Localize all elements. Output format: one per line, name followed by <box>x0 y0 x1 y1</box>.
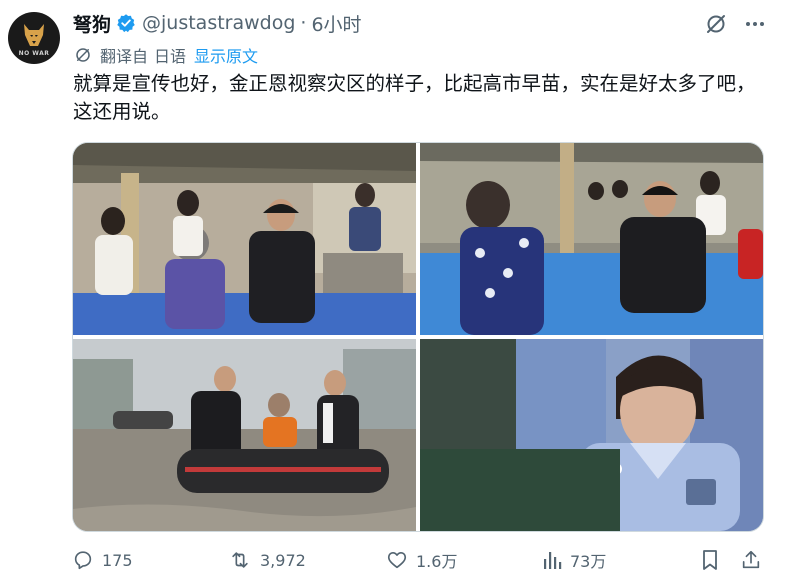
translation-notice: 翻译自 日语 显示原文 <box>74 43 258 67</box>
reply-icon <box>74 551 92 570</box>
photo-flood-boat[interactable] <box>73 339 416 531</box>
repost-button[interactable]: 3,972 <box>228 546 306 574</box>
dog-logo-icon <box>24 24 44 46</box>
heart-icon <box>387 552 407 569</box>
verified-badge-icon[interactable] <box>116 13 136 33</box>
photo-takaichi-uniform[interactable] <box>420 339 763 531</box>
repost-count: 3,972 <box>260 550 306 570</box>
like-count: 1.6万 <box>416 552 458 571</box>
timestamp[interactable]: 6小时 <box>311 10 361 37</box>
separator-dot: · <box>300 12 307 34</box>
photo-tent-visit-1[interactable] <box>73 143 416 335</box>
reply-count: 175 <box>102 550 133 570</box>
source-language: 日语 <box>154 47 187 66</box>
view-count: 73万 <box>570 552 607 571</box>
flood-scene-graphic <box>73 339 416 531</box>
action-bar: 175 3,972 1.6万 73万 <box>72 546 772 574</box>
like-button[interactable]: 1.6万 <box>386 546 457 574</box>
author-name[interactable]: 弩狗 <box>73 10 111 37</box>
share-button[interactable] <box>740 546 762 574</box>
bookmark-button[interactable] <box>700 546 720 574</box>
tent-scene-graphic <box>73 143 416 335</box>
author-handle[interactable]: @justastrawdog <box>142 12 295 34</box>
top-actions <box>704 12 766 36</box>
tent-scene-graphic-2 <box>420 143 763 335</box>
avatar-label: NO WAR <box>18 50 50 57</box>
grok-icon[interactable] <box>704 12 728 36</box>
tweet-text: 就算是宣传也好，金正恩视察灾区的样子，比起高市早苗，实在是好太多了吧，这还用说。 <box>73 72 756 123</box>
uniform-scene-graphic <box>420 339 763 531</box>
views-button[interactable]: 73万 <box>542 546 606 574</box>
tweet-header: 弩狗 @justastrawdog · 6小时 <box>73 10 362 36</box>
repost-icon <box>232 552 248 568</box>
show-original-link[interactable]: 显示原文 <box>194 43 258 67</box>
more-options-icon[interactable] <box>744 13 766 35</box>
photo-tent-visit-2[interactable] <box>420 143 763 335</box>
translated-from-label: 翻译自 <box>100 47 149 66</box>
views-chart-icon <box>544 552 562 569</box>
translate-icon <box>76 48 90 62</box>
share-icon <box>742 550 760 569</box>
reply-button[interactable]: 175 <box>72 546 133 574</box>
avatar[interactable]: NO WAR <box>8 12 60 64</box>
bookmark-icon <box>703 550 717 570</box>
media-grid <box>72 142 764 532</box>
